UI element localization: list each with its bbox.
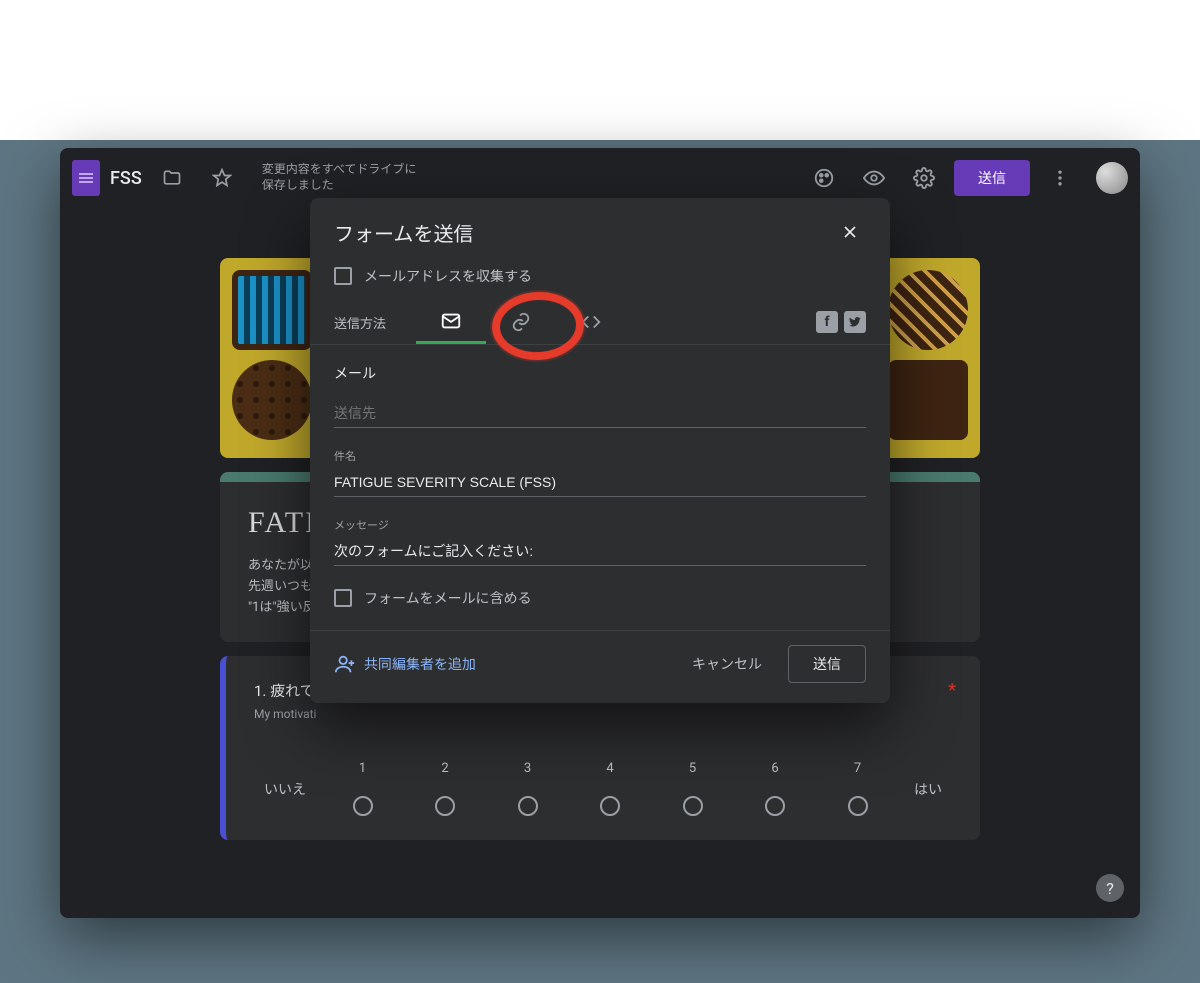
message-input[interactable] (334, 537, 866, 566)
help-icon[interactable]: ? (1096, 874, 1124, 902)
page-top-whitespace (0, 0, 1200, 140)
google-forms-editor: FSS 変更内容をすべてドライブに 保存しました 送信 (60, 148, 1140, 918)
include-form-checkbox[interactable] (334, 589, 352, 607)
recipient-input[interactable] (334, 399, 866, 428)
subject-label: 件名 (334, 448, 866, 464)
collect-email-checkbox[interactable] (334, 267, 352, 285)
modal-footer: 共同編集者を追加 キャンセル 送信 (310, 630, 890, 703)
modal-title: フォームを送信 (334, 218, 473, 247)
collect-email-checkbox-row: メールアドレスを収集する (310, 258, 890, 300)
recipient-field-group (310, 393, 890, 442)
close-icon[interactable] (834, 216, 866, 248)
send-method-tabs: 送信方法 f (310, 300, 890, 345)
message-field-group: メッセージ (310, 511, 890, 580)
modal-send-button[interactable]: 送信 (788, 645, 866, 683)
send-form-modal: フォームを送信 メールアドレスを収集する 送信方法 f (310, 198, 890, 703)
subject-input[interactable] (334, 468, 866, 497)
tab-embed[interactable] (556, 300, 626, 344)
tab-link[interactable] (486, 300, 556, 344)
cancel-button[interactable]: キャンセル (680, 646, 774, 682)
collect-email-label: メールアドレスを収集する (364, 266, 532, 286)
facebook-icon[interactable]: f (816, 311, 838, 333)
twitter-icon[interactable] (844, 311, 866, 333)
add-collaborators-button[interactable]: 共同編集者を追加 (334, 653, 476, 675)
subject-field-group: 件名 (310, 442, 890, 511)
include-form-row: フォームをメールに含める (310, 580, 890, 622)
message-label: メッセージ (334, 517, 866, 533)
send-method-label: 送信方法 (334, 313, 386, 332)
include-form-label: フォームをメールに含める (364, 588, 532, 608)
add-collaborators-label: 共同編集者を追加 (364, 654, 476, 674)
mail-section-title: メール (310, 345, 890, 393)
tab-email[interactable] (416, 300, 486, 344)
